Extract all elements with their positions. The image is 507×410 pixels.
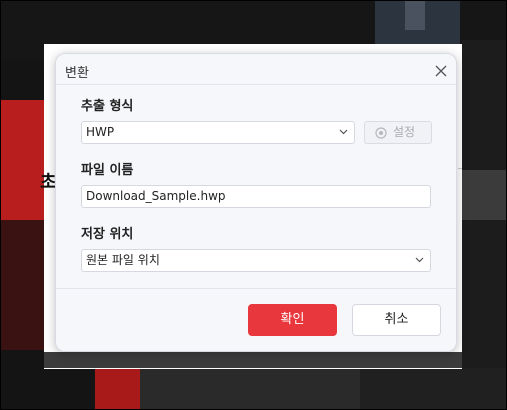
ok-button[interactable]: 확인 — [248, 304, 337, 336]
settings-icon — [375, 127, 387, 139]
convert-dialog: 변환 추출 형식 HWP 설정 파일 이름 Download_Sample.hw… — [55, 53, 457, 352]
save-location-label: 저장 위치 — [81, 227, 134, 242]
background-photo-red — [0, 100, 44, 220]
settings-button[interactable]: 설정 — [364, 121, 432, 144]
page-bottom-bar — [44, 352, 462, 368]
footer-divider — [56, 288, 456, 289]
file-name-label: 파일 이름 — [81, 163, 134, 178]
close-icon[interactable] — [434, 63, 448, 77]
file-name-input[interactable]: Download_Sample.hwp — [81, 185, 431, 208]
export-format-select[interactable]: HWP — [81, 121, 355, 144]
title-divider — [56, 84, 456, 85]
background-photo-highlight — [405, 0, 425, 30]
background-photo-red-bottom — [95, 368, 140, 410]
chevron-down-icon — [339, 129, 348, 135]
background-photo-bottom-right — [360, 368, 507, 410]
save-location-select[interactable]: 원본 파일 위치 — [81, 249, 431, 272]
dialog-title: 변환 — [65, 66, 89, 81]
page-divider — [458, 168, 462, 169]
save-location-value: 원본 파일 위치 — [86, 253, 160, 267]
export-format-value: HWP — [86, 125, 115, 139]
chevron-down-icon — [415, 257, 424, 263]
background-photo-red-dark — [0, 220, 44, 350]
export-format-label: 추출 형식 — [81, 99, 134, 114]
cancel-button[interactable]: 취소 — [352, 304, 441, 336]
background-photo-right-light — [462, 170, 507, 220]
background-photo-bottom — [140, 368, 360, 410]
settings-label: 설정 — [393, 125, 416, 139]
